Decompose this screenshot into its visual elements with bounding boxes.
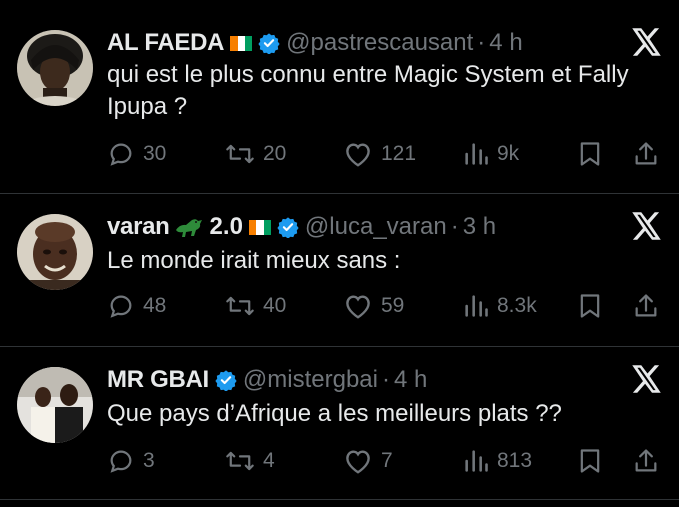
- tweet-text: qui est le plus connu entre Magic System…: [107, 61, 629, 120]
- reply-count: 30: [143, 142, 167, 165]
- like-count: 7: [381, 449, 393, 472]
- tweet-1[interactable]: AL FAEDA @pastrescausant · 4 h qui est l…: [0, 0, 679, 193]
- bookmark-icon: [580, 294, 600, 318]
- like-count: 121: [381, 142, 417, 165]
- x-logo-icon: [632, 28, 662, 61]
- action-bar: 3 4 7 813: [107, 444, 663, 478]
- tweet-2[interactable]: varan 2.0 @luca_varan · 3 h Le monde ira…: [0, 194, 679, 346]
- separator-dot: ·: [477, 29, 486, 56]
- views-button[interactable]: 813: [463, 444, 532, 478]
- retweet-button[interactable]: 4: [225, 444, 275, 478]
- separator-dot: ·: [381, 366, 390, 393]
- views-button[interactable]: 9k: [463, 137, 519, 171]
- retweet-icon: [226, 451, 254, 471]
- avatar[interactable]: [17, 30, 93, 106]
- reply-button[interactable]: 3: [107, 444, 155, 478]
- views-icon: [465, 450, 488, 472]
- user-handle[interactable]: @pastrescausant: [286, 29, 473, 57]
- share-icon: [635, 142, 657, 165]
- views-count: 813: [497, 449, 533, 472]
- reply-icon: [110, 295, 132, 318]
- verified-badge-icon: [258, 32, 280, 54]
- display-name[interactable]: MR GBAI: [107, 366, 209, 394]
- retweet-icon: [226, 144, 254, 164]
- verified-badge-icon: [215, 369, 237, 391]
- name-suffix[interactable]: 2.0: [210, 213, 243, 241]
- like-icon: [346, 295, 370, 319]
- views-icon: [465, 295, 488, 317]
- share-button[interactable]: [633, 444, 667, 478]
- tweet-text: Le monde irait mieux sans :: [107, 247, 401, 274]
- action-bar: 48 40 59 8.3k: [107, 289, 663, 323]
- views-icon: [465, 143, 488, 165]
- views-count: 9k: [497, 142, 520, 165]
- views-count: 8.3k: [497, 294, 537, 317]
- timestamp[interactable]: 4 h: [394, 366, 427, 394]
- bookmark-button[interactable]: [577, 289, 611, 323]
- tweet-text: Que pays d’Afrique a les meilleurs plats…: [107, 400, 562, 427]
- reply-count: 3: [143, 449, 155, 472]
- user-handle[interactable]: @luca_varan: [305, 213, 447, 241]
- share-button[interactable]: [633, 289, 667, 323]
- like-icon: [346, 143, 370, 167]
- tweet-3[interactable]: MR GBAI @mistergbai · 4 h Que pays d’Afr…: [0, 347, 679, 499]
- retweet-count: 20: [263, 142, 287, 165]
- timestamp[interactable]: 3 h: [463, 213, 496, 241]
- action-bar: 30 20 121 9k: [107, 137, 663, 171]
- timestamp[interactable]: 4 h: [489, 29, 522, 57]
- ivory-coast-flag-icon: [248, 219, 271, 235]
- reply-icon: [110, 143, 132, 166]
- user-handle[interactable]: @mistergbai: [243, 366, 378, 394]
- retweet-count: 40: [263, 294, 287, 317]
- reply-button[interactable]: 48: [107, 289, 166, 323]
- retweet-button[interactable]: 20: [225, 137, 286, 171]
- display-name[interactable]: varan: [107, 213, 170, 241]
- retweet-button[interactable]: 40: [225, 289, 286, 323]
- like-button[interactable]: 121: [343, 137, 416, 171]
- bookmark-icon: [580, 142, 600, 166]
- reply-button[interactable]: 30: [107, 137, 166, 171]
- like-button[interactable]: 7: [343, 444, 393, 478]
- ivory-coast-flag-icon: [230, 35, 253, 51]
- crocodile-emoji-icon: [174, 214, 204, 240]
- retweet-icon: [226, 296, 254, 316]
- views-button[interactable]: 8.3k: [463, 289, 537, 323]
- share-icon: [635, 294, 657, 317]
- share-icon: [635, 449, 657, 472]
- like-count: 59: [381, 294, 405, 317]
- display-name[interactable]: AL FAEDA: [107, 29, 224, 57]
- reply-count: 48: [143, 294, 167, 317]
- divider: [0, 499, 679, 500]
- x-logo-icon: [632, 212, 662, 245]
- x-logo-icon: [632, 365, 662, 398]
- bookmark-button[interactable]: [577, 444, 611, 478]
- avatar[interactable]: [17, 367, 93, 443]
- separator-dot: ·: [450, 213, 459, 240]
- like-button[interactable]: 59: [343, 289, 404, 323]
- bookmark-icon: [580, 449, 600, 473]
- avatar[interactable]: [17, 214, 93, 290]
- like-icon: [346, 450, 370, 474]
- bookmark-button[interactable]: [577, 137, 611, 171]
- verified-badge-icon: [277, 216, 299, 238]
- retweet-count: 4: [263, 449, 275, 472]
- reply-icon: [110, 450, 132, 473]
- share-button[interactable]: [633, 137, 667, 171]
